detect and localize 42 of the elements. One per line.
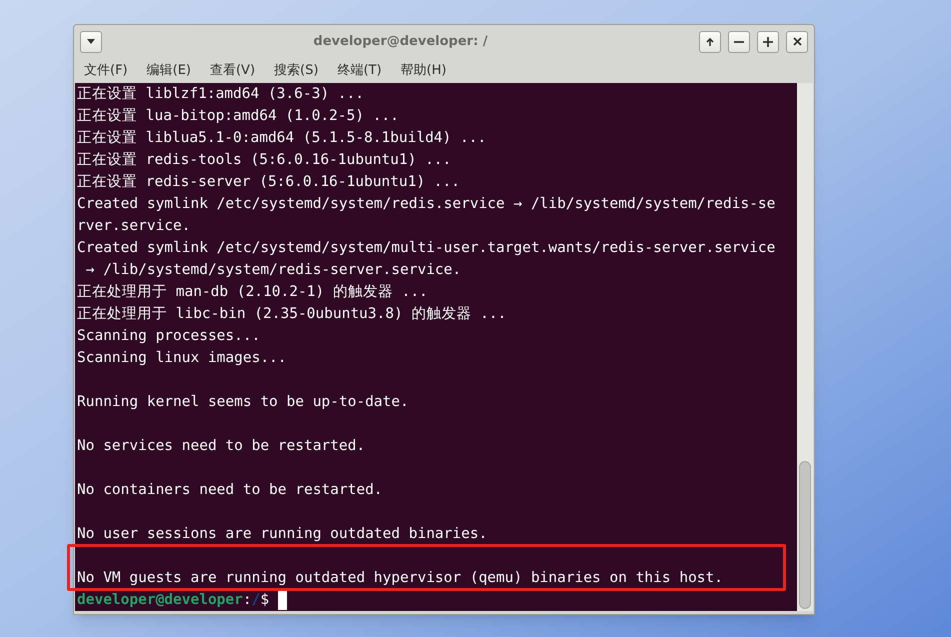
scrollbar-thumb[interactable] <box>799 461 811 609</box>
terminal-line: No services need to be restarted. <box>77 437 366 456</box>
menu-item[interactable]: 文件(F) <box>84 61 128 81</box>
terminal-line: 正在处理用于 man-db (2.10.2-1) 的触发器 ... <box>77 283 428 302</box>
prompt-separator: : <box>242 591 252 610</box>
up-arrow-icon <box>705 36 715 47</box>
terminal-line: No user sessions are running outdated binaries. <box>77 525 488 544</box>
terminal-line: 正在设置 liblzf1:amd64 (3.6-3) ... <box>77 85 364 104</box>
terminal-line: No containers need to be restarted. <box>77 481 383 500</box>
plus-icon <box>763 36 773 47</box>
terminal-line: → /lib/systemd/system/redis-server.service. <box>84 261 462 280</box>
terminal-line: No VM guests are running outdated hypervisor (qemu) binaries on this host. <box>77 569 724 588</box>
caret-icon <box>87 39 95 44</box>
menu-item[interactable]: 搜索(S) <box>274 61 318 81</box>
window-title: developer@developer: / <box>312 33 489 52</box>
terminal-line: rver.service. <box>77 217 190 236</box>
text-cursor <box>278 590 288 610</box>
terminal-line: 正在设置 lua-bitop:amd64 (1.0.2-5) ... <box>77 107 399 126</box>
maximize-button[interactable] <box>757 30 779 53</box>
terminal-line: Scanning processes... <box>77 327 260 346</box>
terminal-line: Scanning linux images... <box>77 349 287 368</box>
raise-button[interactable] <box>699 30 721 53</box>
terminal-line: 正在设置 redis-tools (5:6.0.16-1ubuntu1) ... <box>77 151 452 170</box>
window-menu-button[interactable] <box>80 30 102 53</box>
terminal-line: 正在设置 liblua5.1-0:amd64 (5.1.5-8.1build4) ... <box>77 129 486 148</box>
minimize-button[interactable] <box>728 30 750 53</box>
terminal-line: 正在处理用于 libc-bin (2.35-0ubuntu3.8) 的触发器 ... <box>77 305 506 324</box>
minimize-icon <box>734 40 744 43</box>
close-button[interactable] <box>786 30 808 53</box>
menu-item[interactable]: 帮助(H) <box>400 61 446 81</box>
prompt-user-host: developer@developer <box>77 591 243 610</box>
terminal-line: Created symlink /etc/systemd/system/multi-user.target.wants/redis-server.service <box>77 239 776 258</box>
scrollbar[interactable] <box>797 83 813 611</box>
close-icon <box>792 37 802 46</box>
terminal-line: Created symlink /etc/systemd/system/redis.service → /lib/systemd/system/redis-se <box>77 195 776 214</box>
menu-item[interactable]: 查看(V) <box>210 61 256 81</box>
prompt-symbol: $ <box>260 591 270 610</box>
terminal-line: 正在设置 redis-server (5:6.0.16-1ubuntu1) ... <box>77 173 460 192</box>
menu-item[interactable]: 编辑(E) <box>146 61 191 81</box>
prompt-path: / <box>252 591 260 610</box>
terminal-line: Running kernel seems to be up-to-date. <box>77 393 409 412</box>
menu-item[interactable]: 终端(T) <box>337 61 382 81</box>
